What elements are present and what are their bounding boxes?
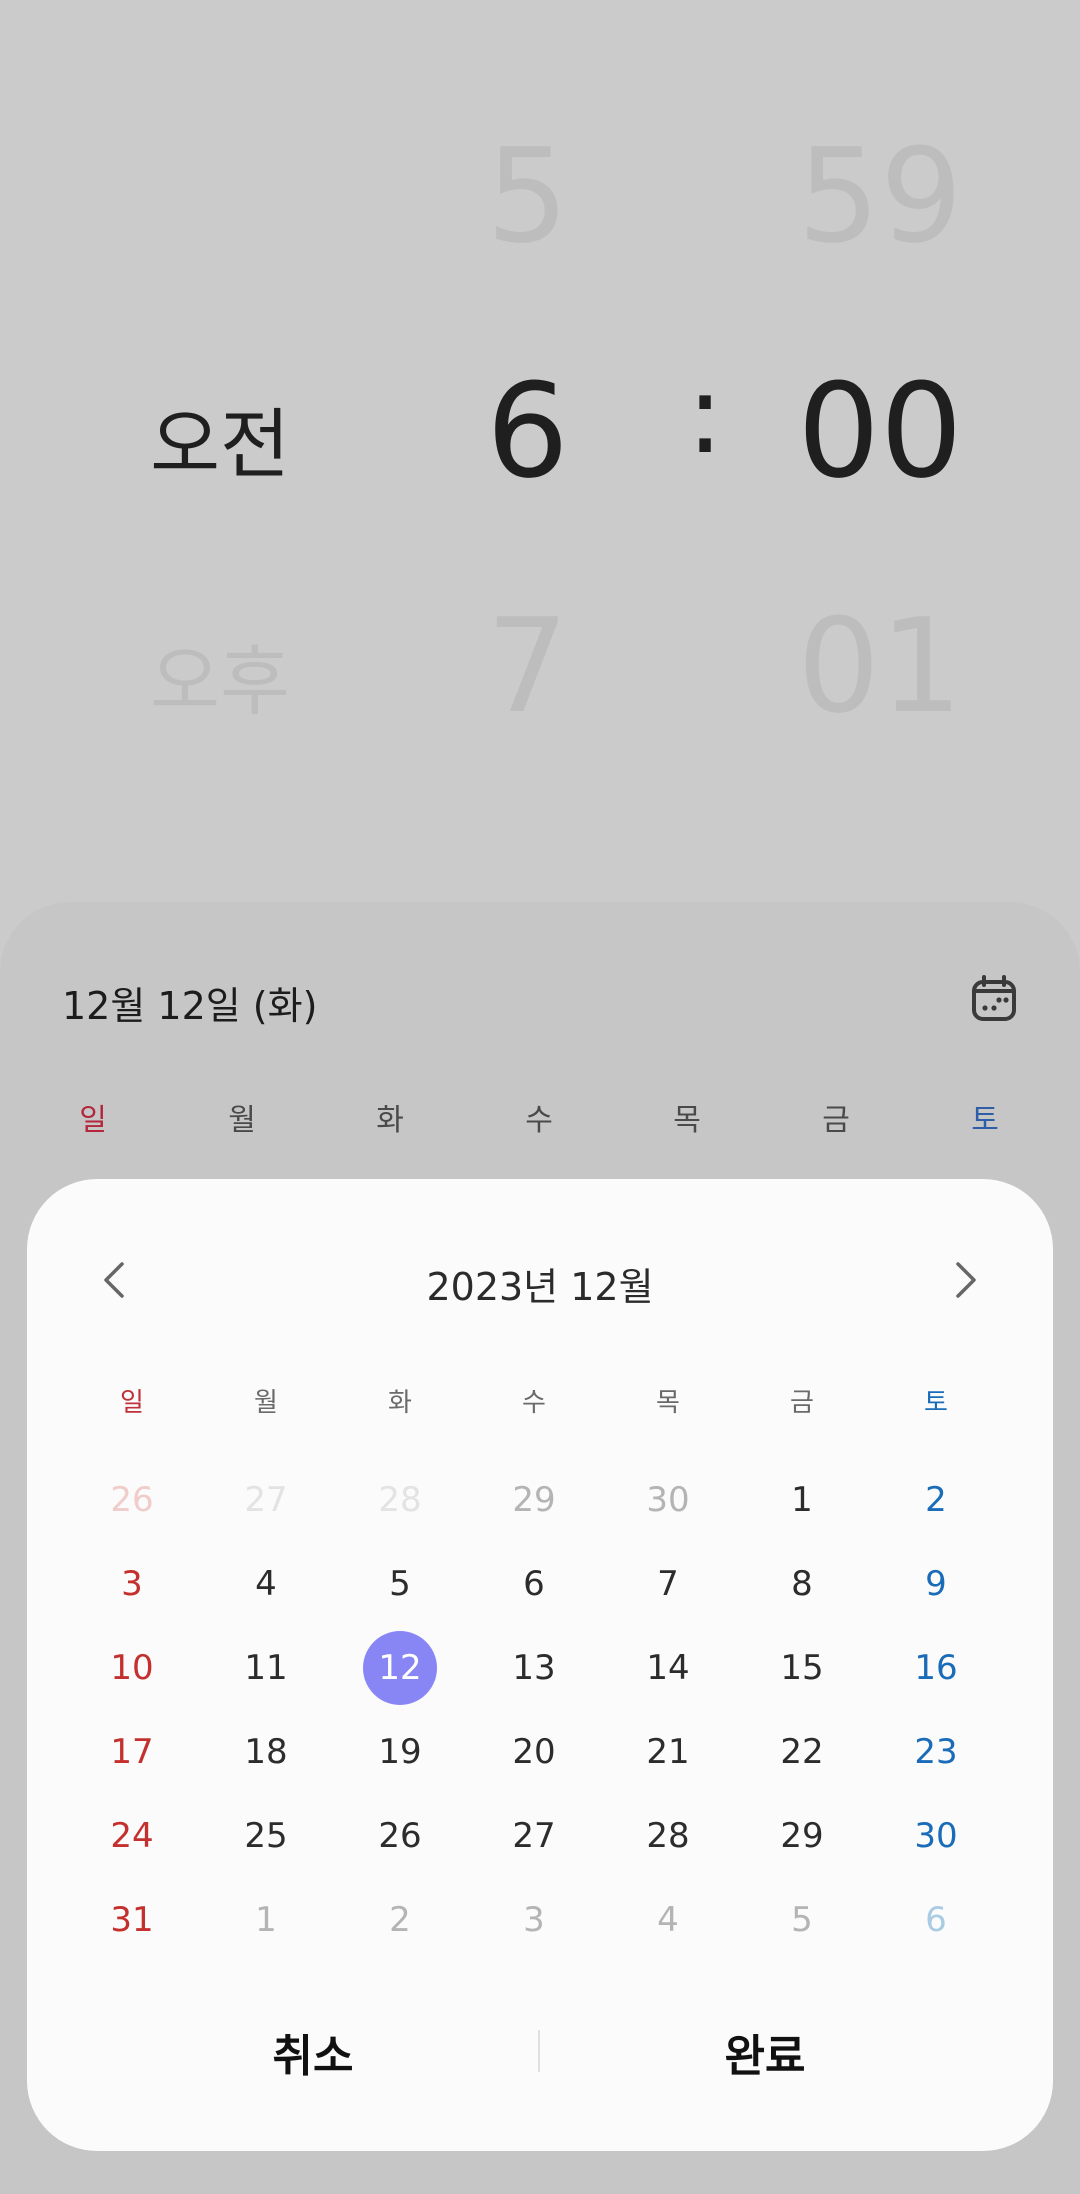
day-cell[interactable]: 21 (601, 1710, 735, 1794)
day-cell[interactable]: 2 (333, 1878, 467, 1962)
done-button[interactable]: 완료 (615, 2020, 915, 2084)
day-cell[interactable]: 1 (199, 1878, 333, 1962)
bg-weekday-wed: 수 (525, 1103, 553, 1138)
day-cell[interactable]: 4 (199, 1542, 333, 1626)
cancel-button[interactable]: 취소 (163, 2020, 463, 2084)
bg-weekday-sat: 토 (971, 1103, 999, 1138)
day-cell[interactable]: 25 (199, 1794, 333, 1878)
day-cell[interactable]: 5 (333, 1542, 467, 1626)
day-cell[interactable]: 30 (869, 1794, 1003, 1878)
day-cell[interactable]: 26 (65, 1458, 199, 1542)
chevron-left-icon[interactable] (84, 1250, 144, 1310)
bg-weekday-thu: 목 (673, 1103, 701, 1138)
weekday-fri: 금 (790, 1388, 814, 1418)
day-cell[interactable]: 13 (467, 1626, 601, 1710)
day-cell[interactable]: 27 (467, 1794, 601, 1878)
day-cell[interactable]: 28 (333, 1458, 467, 1542)
day-cell[interactable]: 7 (601, 1542, 735, 1626)
day-cell[interactable]: 27 (199, 1458, 333, 1542)
day-cell[interactable]: 15 (735, 1626, 869, 1710)
day-cell[interactable]: 22 (735, 1710, 869, 1794)
chevron-right-icon[interactable] (936, 1250, 996, 1310)
bg-weekday-tue: 화 (376, 1103, 404, 1138)
weekday-mon: 월 (254, 1388, 278, 1418)
minute-current[interactable]: 00 (775, 355, 985, 507)
day-cell[interactable]: 8 (735, 1542, 869, 1626)
time-separator: : (686, 350, 724, 478)
day-cell[interactable]: 28 (601, 1794, 735, 1878)
day-cell[interactable]: 10 (65, 1626, 199, 1710)
bg-weekday-fri: 금 (822, 1103, 850, 1138)
day-cell[interactable]: 5 (735, 1878, 869, 1962)
day-cell[interactable]: 6 (869, 1878, 1003, 1962)
day-cell[interactable]: 24 (65, 1794, 199, 1878)
ampm-current[interactable]: 오전 (110, 383, 330, 493)
day-cell[interactable]: 23 (869, 1710, 1003, 1794)
day-cell[interactable]: 9 (869, 1542, 1003, 1626)
day-cell[interactable]: 16 (869, 1626, 1003, 1710)
weekday-sat: 토 (924, 1388, 948, 1418)
day-cell[interactable]: 18 (199, 1710, 333, 1794)
day-cell[interactable]: 11 (199, 1626, 333, 1710)
day-cell[interactable]: 20 (467, 1710, 601, 1794)
day-cell[interactable]: 4 (601, 1878, 735, 1962)
bg-weekday-sun: 일 (79, 1103, 107, 1138)
day-cell-selected[interactable]: 12 (333, 1626, 467, 1710)
hour-current[interactable]: 6 (440, 355, 615, 507)
day-cell[interactable]: 3 (65, 1542, 199, 1626)
month-title: 2023년 12월 (426, 1265, 654, 1309)
day-cell[interactable]: 14 (601, 1626, 735, 1710)
minute-next[interactable]: 01 (775, 590, 985, 742)
ampm-next[interactable]: 오후 (110, 620, 330, 730)
weekday-wed: 수 (522, 1388, 546, 1418)
weekday-tue: 화 (388, 1388, 412, 1418)
day-cell[interactable]: 17 (65, 1710, 199, 1794)
day-cell[interactable]: 29 (467, 1458, 601, 1542)
weekday-sun: 일 (120, 1388, 144, 1418)
day-cell[interactable]: 2 (869, 1458, 1003, 1542)
day-cell[interactable]: 30 (601, 1458, 735, 1542)
selected-date-label[interactable]: 12월 12일 (화) (62, 975, 317, 1030)
calendar-icon[interactable] (970, 975, 1018, 1023)
day-cell[interactable]: 31 (65, 1878, 199, 1962)
background-weekday-row: 일 월 화 수 목 금 토 (0, 1095, 1080, 1145)
hour-next[interactable]: 7 (440, 590, 615, 742)
day-cell[interactable]: 1 (735, 1458, 869, 1542)
weekday-thu: 목 (656, 1388, 680, 1418)
minute-prev[interactable]: 59 (775, 120, 985, 272)
day-cell[interactable]: 29 (735, 1794, 869, 1878)
day-cell[interactable]: 6 (467, 1542, 601, 1626)
day-cell[interactable]: 26 (333, 1794, 467, 1878)
bg-weekday-mon: 월 (228, 1103, 256, 1138)
day-cell[interactable]: 19 (333, 1710, 467, 1794)
hour-prev[interactable]: 5 (440, 120, 615, 272)
day-cell[interactable]: 3 (467, 1878, 601, 1962)
button-divider (538, 2030, 540, 2072)
